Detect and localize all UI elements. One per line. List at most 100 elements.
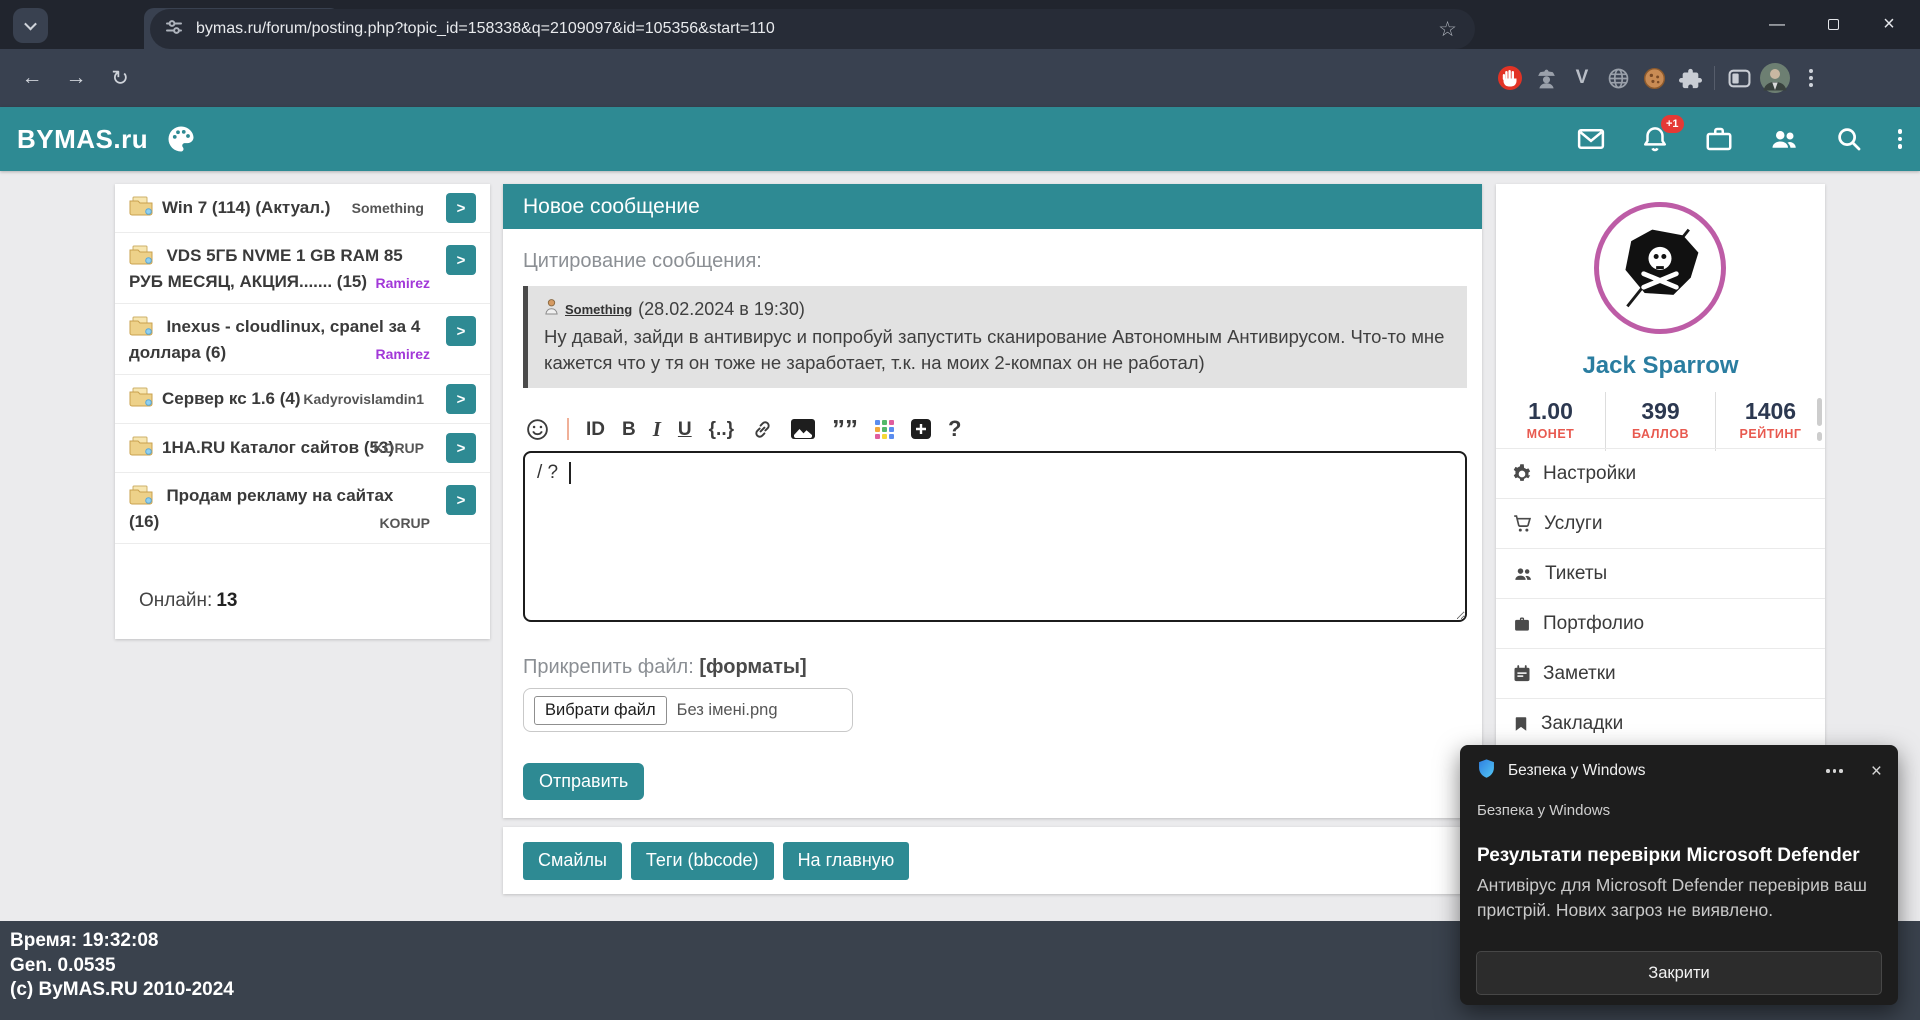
bold-button[interactable]: B [622,420,636,439]
extensions-puzzle-icon[interactable] [1672,67,1708,90]
tab-search-button[interactable] [13,8,48,43]
notification-close-button[interactable]: Закрити [1476,951,1882,995]
notification-close-icon[interactable]: × [1871,762,1882,781]
quote-text: Ну давай, зайди в антивирус и попробуй з… [544,324,1451,376]
menu-item-services[interactable]: Услуги [1496,498,1825,548]
drag-scrollbar[interactable] [1817,398,1822,426]
profile-name[interactable]: Jack Sparrow [1496,352,1825,380]
menu-item-tickets[interactable]: Тикеты [1496,548,1825,598]
id-button[interactable]: ID [586,420,605,439]
menu-item-settings[interactable]: Настройки [1496,448,1825,498]
notification-more-icon[interactable] [1824,763,1845,779]
topic-author[interactable]: Something [352,200,424,216]
profile-stats: 1.00 МОНЕТ 399 БАЛЛОВ 1406 РЕЙТИНГ [1496,392,1825,451]
bookmark-star-icon[interactable]: ☆ [1434,17,1461,42]
profile-avatar[interactable] [1757,63,1793,93]
quote-date: (28.02.2024 в 19:30) [638,299,805,320]
code-button[interactable]: {..} [709,420,734,439]
topic-author[interactable]: Kadyrovislamdin1 [303,391,424,407]
incognito-icon[interactable] [1528,66,1564,91]
topic-row[interactable]: Inexus - cloudlinux, cpanel за 4 доллара… [115,304,490,375]
palette-icon[interactable] [166,124,196,159]
topic-row[interactable]: 1HA.RU Каталог сайтов (53) KORUP > [115,424,490,473]
topic-author[interactable]: Ramirez [376,275,430,291]
topic-row[interactable]: Win 7 (114) (Актуал.) Something > [115,184,490,233]
folder-icon [129,245,153,270]
menu-item-bookmarks[interactable]: Закладки [1496,698,1825,748]
smiley-icon[interactable] [525,417,550,442]
menu-item-notes[interactable]: Заметки [1496,648,1825,698]
chevron-down-icon [24,18,37,31]
topic-author[interactable]: Ramirez [376,346,430,362]
forward-button[interactable]: → [60,62,92,94]
image-icon[interactable] [791,419,815,439]
topic-row[interactable]: VDS 5ГБ NVME 1 GB RAM 85 РУБ МЕСЯЦ, АКЦИ… [115,233,490,304]
topic-title[interactable]: VDS 5ГБ NVME 1 GB RAM 85 РУБ МЕСЯЦ, АКЦИ… [129,246,403,291]
v-extension-icon[interactable]: V [1564,67,1600,89]
quote-author-link[interactable]: Something [565,302,632,317]
url-bar[interactable]: bymas.ru/forum/posting.php?topic_id=1583… [150,9,1475,49]
bottom-actions: Смайлы Теги (bbcode) На главную [503,827,1482,894]
choose-file-button[interactable]: Вибрати файл [534,696,667,725]
maximize-icon [1828,19,1839,30]
topic-title[interactable]: 1HA.RU Каталог сайтов (53) [162,436,394,460]
header-kebab-icon[interactable] [1898,129,1903,149]
topic-author[interactable]: KORUP [379,515,430,531]
mail-icon[interactable] [1576,124,1606,154]
topic-author[interactable]: KORUP [373,440,424,456]
file-input[interactable]: Вибрати файл Без імені.png [523,688,853,732]
quote-icon[interactable]: ”” [832,416,858,442]
menu-label: Закладки [1541,713,1623,735]
menu-label: Настройки [1543,463,1636,485]
notification-body: Антивірус для Microsoft Defender перевір… [1477,873,1881,923]
link-icon[interactable] [751,418,774,441]
grid-icon[interactable] [875,420,894,439]
avatar[interactable] [1594,202,1726,334]
home-button[interactable]: На главную [783,842,910,880]
menu-label: Тикеты [1545,563,1607,585]
topic-go-button[interactable]: > [446,384,476,414]
window-minimize-button[interactable]: — [1754,0,1800,49]
browser-menu-kebab-icon[interactable] [1793,69,1829,87]
topic-go-button[interactable]: > [446,433,476,463]
search-icon[interactable] [1834,124,1864,154]
adblock-hand-icon[interactable] [1492,65,1528,91]
topic-go-button[interactable]: > [446,316,476,346]
people-icon[interactable] [1768,124,1800,154]
smileys-button[interactable]: Смайлы [523,842,622,880]
globe-icon[interactable] [1600,67,1636,90]
menu-label: Портфолио [1543,613,1644,635]
topic-go-button[interactable]: > [446,245,476,275]
drag-scrollbar[interactable] [1817,432,1822,441]
topic-go-button[interactable]: > [446,193,476,223]
menu-item-portfolio[interactable]: Портфолио [1496,598,1825,648]
attach-label: Прикрепить файл: [форматы] [523,656,807,679]
window-maximize-button[interactable] [1810,0,1856,49]
topic-go-button[interactable]: > [446,485,476,515]
toolbar-separator [567,418,569,440]
window-close-button[interactable]: × [1866,0,1912,49]
topic-row[interactable]: Сервер кс 1.6 (4) Kadyrovislamdin1 > [115,375,490,424]
underline-button[interactable]: U [678,420,692,439]
bell-icon[interactable]: +1 [1640,124,1670,154]
back-button[interactable]: ← [16,62,48,94]
topic-title[interactable]: Продам рекламу на сайтах (16) [129,486,393,531]
briefcase-icon[interactable] [1704,124,1734,154]
plus-box-icon[interactable] [911,419,931,439]
topic-title[interactable]: Win 7 (114) (Актуал.) [162,196,330,220]
bbcode-tags-button[interactable]: Теги (bbcode) [631,842,774,880]
italic-button[interactable]: I [653,419,661,440]
side-panel-icon[interactable] [1721,67,1757,90]
tune-icon[interactable] [164,17,184,42]
attach-formats-link[interactable]: [форматы] [699,656,806,678]
url-text[interactable]: bymas.ru/forum/posting.php?topic_id=1583… [196,20,1434,38]
topic-title[interactable]: Сервер кс 1.6 (4) [162,387,301,411]
reload-button[interactable]: ↻ [104,62,136,94]
site-logo[interactable]: BYMAS.ru [17,107,148,171]
site-header: BYMAS.ru +1 [0,107,1920,171]
message-editor[interactable]: / ? [523,451,1467,622]
topic-row[interactable]: Продам рекламу на сайтах (16) KORUP > [115,473,490,544]
submit-button[interactable]: Отправить [523,763,644,800]
help-icon[interactable]: ? [948,418,961,440]
cookie-icon[interactable] [1636,67,1672,90]
